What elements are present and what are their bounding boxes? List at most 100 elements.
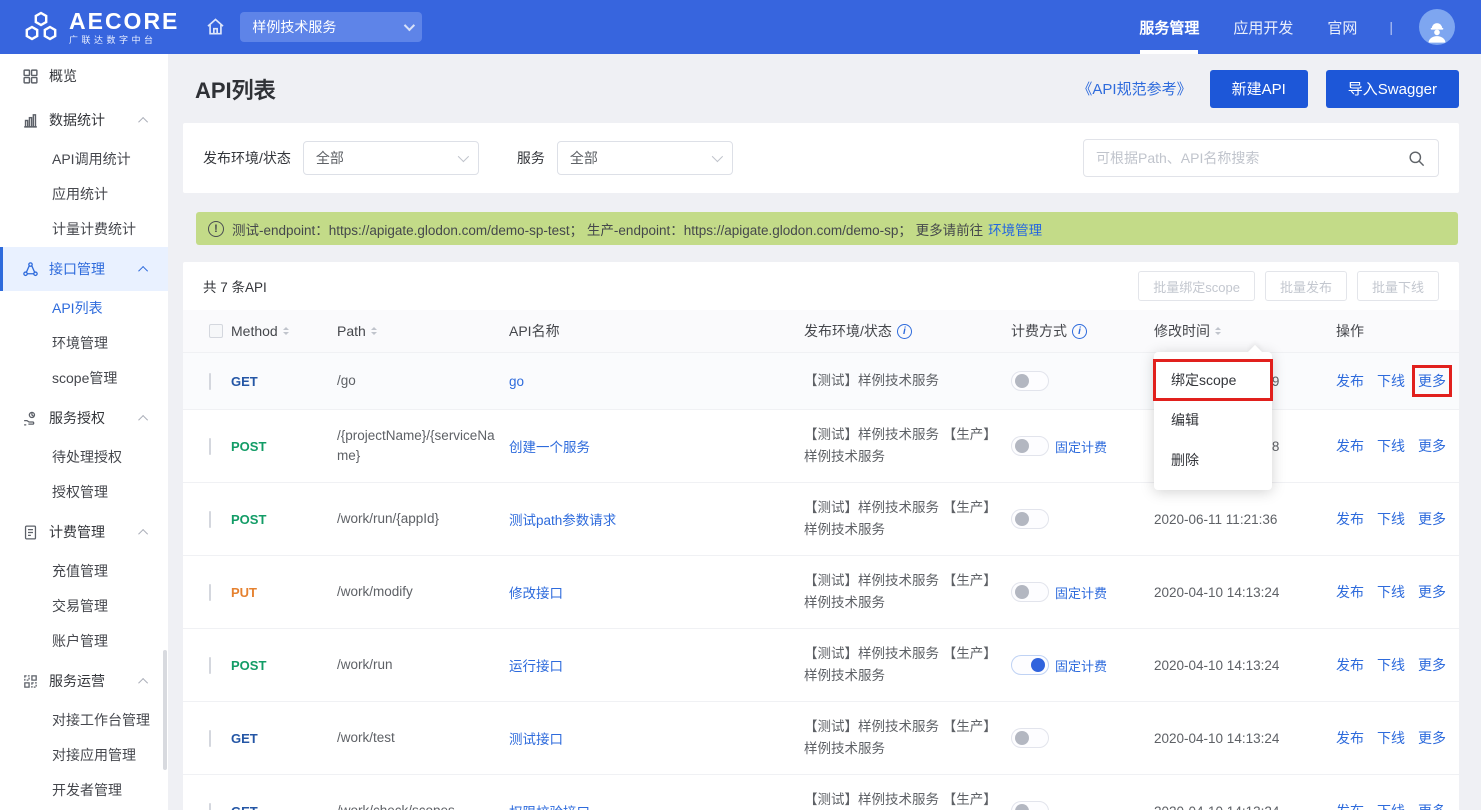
row-checkbox[interactable]: [209, 373, 211, 390]
api-name-link[interactable]: 测试path参数请求: [509, 513, 616, 528]
sort-icon[interactable]: [371, 324, 377, 338]
billing-toggle[interactable]: [1011, 371, 1049, 391]
row-action-发布[interactable]: 发布: [1336, 436, 1364, 456]
more-menu-item-0[interactable]: 绑定scope: [1154, 360, 1272, 400]
row-action-更多[interactable]: 更多: [1418, 371, 1446, 391]
table-row: GET/work/check/scopes权限校验接口【测试】样例技术服务 【生…: [183, 775, 1459, 810]
row-action-发布[interactable]: 发布: [1336, 371, 1364, 391]
sidebar-item-scope管理[interactable]: scope管理: [0, 361, 168, 396]
sidebar-item-计量计费统计[interactable]: 计量计费统计: [0, 212, 168, 247]
info-icon[interactable]: i: [1072, 324, 1087, 339]
search-input[interactable]: [1096, 150, 1407, 166]
billing-toggle[interactable]: [1011, 509, 1049, 529]
new-api-button[interactable]: 新建API: [1210, 70, 1308, 108]
row-action-更多[interactable]: 更多: [1418, 655, 1446, 675]
sort-icon[interactable]: [1215, 324, 1221, 338]
service-selector-dropdown[interactable]: 样例技术服务: [240, 12, 422, 42]
sidebar-group-0[interactable]: 概览: [0, 54, 168, 98]
bulk-button-0[interactable]: 批量绑定scope: [1138, 271, 1255, 301]
left-sidebar: 概览数据统计API调用统计应用统计计量计费统计接口管理API列表环境管理scop…: [0, 54, 168, 810]
billing-type-label: 固定计费: [1055, 583, 1107, 602]
row-action-下线[interactable]: 下线: [1377, 655, 1405, 675]
sidebar-item-环境管理[interactable]: 环境管理: [0, 326, 168, 361]
sort-icon[interactable]: [283, 324, 289, 338]
brand-logo[interactable]: AECORE 广联达数字中台: [22, 10, 179, 45]
row-action-更多[interactable]: 更多: [1418, 728, 1446, 748]
nav-item-1[interactable]: 应用开发: [1233, 0, 1293, 54]
env-filter-select[interactable]: 全部: [303, 141, 479, 175]
billing-toggle[interactable]: [1011, 728, 1049, 748]
row-action-下线[interactable]: 下线: [1377, 728, 1405, 748]
api-name-link[interactable]: go: [509, 374, 524, 389]
row-action-下线[interactable]: 下线: [1377, 371, 1405, 391]
bulk-button-2[interactable]: 批量下线: [1357, 271, 1439, 301]
row-checkbox[interactable]: [209, 511, 211, 528]
row-checkbox[interactable]: [209, 657, 211, 674]
column-header-0[interactable]: Method: [231, 323, 337, 339]
sidebar-item-授权管理[interactable]: 授权管理: [0, 475, 168, 510]
row-action-下线[interactable]: 下线: [1377, 436, 1405, 456]
api-spec-reference-link[interactable]: 《API规范参考》: [1077, 78, 1191, 99]
row-action-更多[interactable]: 更多: [1418, 436, 1446, 456]
row-action-更多[interactable]: 更多: [1418, 509, 1446, 529]
more-menu-item-1[interactable]: 编辑: [1154, 400, 1272, 440]
billing-toggle[interactable]: [1011, 801, 1049, 810]
row-action-更多[interactable]: 更多: [1418, 801, 1446, 810]
row-action-下线[interactable]: 下线: [1377, 582, 1405, 602]
sidebar-item-开发者管理[interactable]: 开发者管理: [0, 773, 168, 808]
user-avatar[interactable]: [1419, 9, 1455, 45]
info-icon[interactable]: i: [897, 324, 912, 339]
bulk-button-1[interactable]: 批量发布: [1265, 271, 1347, 301]
service-filter-select[interactable]: 全部: [557, 141, 733, 175]
table-header-row: MethodPathAPI名称发布环境/状态i计费方式i修改时间操作: [183, 310, 1459, 352]
sidebar-group-2[interactable]: 接口管理: [0, 247, 168, 291]
row-action-下线[interactable]: 下线: [1377, 801, 1405, 810]
api-name-link[interactable]: 测试接口: [509, 732, 563, 747]
import-swagger-button[interactable]: 导入Swagger: [1326, 70, 1459, 108]
billing-toggle[interactable]: [1011, 582, 1049, 602]
sidebar-item-API调用统计[interactable]: API调用统计: [0, 142, 168, 177]
row-action-发布[interactable]: 发布: [1336, 801, 1364, 810]
more-menu-item-2[interactable]: 删除: [1154, 440, 1272, 480]
nav-item-0[interactable]: 服务管理: [1139, 0, 1199, 54]
nav-item-2[interactable]: 官网: [1327, 0, 1357, 54]
sidebar-item-对接工作台管理[interactable]: 对接工作台管理: [0, 703, 168, 738]
sidebar-group-3[interactable]: 服务授权: [0, 396, 168, 440]
sidebar-item-待处理授权[interactable]: 待处理授权: [0, 440, 168, 475]
select-all-checkbox[interactable]: [209, 324, 223, 338]
modified-time: 2020-04-10 14:13:24: [1154, 585, 1336, 600]
api-name-link[interactable]: 权限校验接口: [509, 805, 590, 810]
row-action-发布[interactable]: 发布: [1336, 582, 1364, 602]
search-icon[interactable]: [1407, 149, 1426, 168]
row-checkbox[interactable]: [209, 584, 211, 601]
column-header-1[interactable]: Path: [337, 323, 509, 339]
row-checkbox[interactable]: [209, 438, 211, 455]
billing-toggle[interactable]: [1011, 436, 1049, 456]
api-name-link[interactable]: 创建一个服务: [509, 440, 590, 455]
billing-toggle[interactable]: [1011, 655, 1049, 675]
column-header-4: 计费方式i: [1011, 321, 1154, 341]
row-action-发布[interactable]: 发布: [1336, 728, 1364, 748]
sidebar-item-充值管理[interactable]: 充值管理: [0, 554, 168, 589]
row-action-更多[interactable]: 更多: [1418, 582, 1446, 602]
row-action-发布[interactable]: 发布: [1336, 509, 1364, 529]
row-checkbox[interactable]: [209, 803, 211, 810]
api-name-link[interactable]: 修改接口: [509, 586, 563, 601]
row-action-下线[interactable]: 下线: [1377, 509, 1405, 529]
sidebar-item-交易管理[interactable]: 交易管理: [0, 589, 168, 624]
sidebar-item-对接应用管理[interactable]: 对接应用管理: [0, 738, 168, 773]
api-name-link[interactable]: 运行接口: [509, 659, 563, 674]
row-action-发布[interactable]: 发布: [1336, 655, 1364, 675]
column-header-5[interactable]: 修改时间: [1154, 321, 1336, 341]
sidebar-group-5[interactable]: 服务运营: [0, 659, 168, 703]
sidebar-group-4[interactable]: 计费管理: [0, 510, 168, 554]
sidebar-scrollbar-thumb[interactable]: [163, 650, 167, 770]
method-badge: GET: [231, 731, 258, 746]
sidebar-item-应用统计[interactable]: 应用统计: [0, 177, 168, 212]
sidebar-item-账户管理[interactable]: 账户管理: [0, 624, 168, 659]
home-icon[interactable]: [205, 17, 226, 37]
env-management-link[interactable]: 环境管理: [988, 219, 1042, 239]
row-checkbox[interactable]: [209, 730, 211, 747]
sidebar-item-API列表[interactable]: API列表: [0, 291, 168, 326]
sidebar-group-1[interactable]: 数据统计: [0, 98, 168, 142]
